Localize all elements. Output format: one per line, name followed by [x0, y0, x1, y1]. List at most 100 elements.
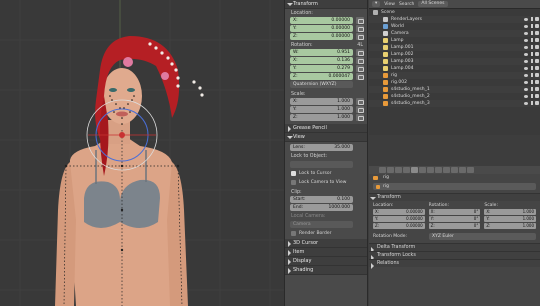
render-camera-icon[interactable] [535, 38, 539, 42]
delta-transform-section-header[interactable]: Delta Transform [369, 243, 540, 253]
visibility-eye-icon[interactable] [524, 46, 528, 49]
lock-icon[interactable] [356, 17, 364, 24]
selectable-cursor-icon[interactable] [531, 94, 534, 98]
location-z-field[interactable]: Z: 0.00000 [290, 33, 364, 40]
selectable-cursor-icon[interactable] [531, 80, 534, 84]
rotation-x-field[interactable]: X: 0.136 [290, 57, 364, 64]
render-camera-icon[interactable] [535, 94, 539, 98]
lock-icon[interactable] [356, 98, 364, 105]
scale-z-field[interactable]: Z: 1.000 [290, 114, 364, 121]
shading-panel-header[interactable]: Shading [285, 266, 367, 275]
render-camera-icon[interactable] [535, 52, 539, 56]
outliner-row[interactable]: Lamp.004 [369, 65, 540, 72]
lens-field[interactable]: Lens: 35.000 [290, 144, 353, 151]
lock-to-cursor-checkbox[interactable]: Lock to Cursor [290, 170, 362, 177]
rotation-w-field[interactable]: W: 0.951 [290, 49, 364, 56]
object-tab-icon[interactable] [411, 167, 418, 173]
physics-tab-icon[interactable] [467, 167, 474, 173]
modifiers-tab-icon[interactable] [427, 167, 434, 173]
render-tab-icon[interactable] [379, 167, 386, 173]
outliner-row[interactable]: Lamp.003 [369, 58, 540, 65]
rotation-z-field[interactable]: Z: 0.000047 [290, 73, 364, 80]
visibility-eye-icon[interactable] [524, 102, 528, 105]
render-layers-tab-icon[interactable] [387, 167, 394, 173]
view-menu[interactable]: View [384, 2, 395, 7]
rotation-z-field[interactable]: Z: 0° [428, 223, 481, 229]
visibility-eye-icon[interactable] [524, 53, 528, 56]
visibility-eye-icon[interactable] [524, 88, 528, 91]
constraints-tab-icon[interactable] [419, 167, 426, 173]
scale-x-field[interactable]: X: 1.000 [484, 209, 537, 215]
scale-y-field[interactable]: Y: 1.000 [484, 216, 537, 222]
transform-panel-header[interactable]: Transform [285, 0, 367, 9]
render-border-checkbox[interactable]: Render Border [290, 230, 362, 237]
render-camera-icon[interactable] [535, 17, 539, 21]
lock-icon[interactable] [356, 106, 364, 113]
outliner-row[interactable]: Lamp.001 [369, 44, 540, 51]
display-filter-select[interactable]: All Scenes [418, 1, 448, 7]
outliner-row[interactable]: s4studio_mesh_3 [369, 100, 540, 107]
scene-tab-icon[interactable] [395, 167, 402, 173]
display-panel-header[interactable]: Display [285, 257, 367, 266]
visibility-eye-icon[interactable] [524, 39, 528, 42]
render-camera-icon[interactable] [535, 73, 539, 77]
transform-section-header[interactable]: Transform [369, 193, 540, 201]
item-panel-header[interactable]: Item [285, 248, 367, 257]
selectable-cursor-icon[interactable] [531, 73, 534, 77]
world-tab-icon[interactable] [403, 167, 410, 173]
lock-icon[interactable] [356, 114, 364, 121]
scale-y-field[interactable]: Y: 1.000 [290, 106, 364, 113]
character-model[interactable] [55, 36, 204, 306]
selectable-cursor-icon[interactable] [531, 38, 534, 42]
data-tab-icon[interactable] [435, 167, 442, 173]
3d-viewport[interactable] [0, 0, 284, 306]
selectable-cursor-icon[interactable] [531, 59, 534, 63]
outliner-row[interactable]: Camera [369, 30, 540, 37]
selectable-cursor-icon[interactable] [531, 17, 534, 21]
object-name-field[interactable]: rig [373, 183, 536, 190]
location-z-field[interactable]: Z: 0.00000 [373, 223, 425, 229]
material-tab-icon[interactable] [451, 167, 458, 173]
selectable-cursor-icon[interactable] [531, 24, 534, 28]
outliner-row[interactable]: s4studio_mesh_1 [369, 86, 540, 93]
visibility-eye-icon[interactable] [524, 25, 528, 28]
lock-icon[interactable] [356, 49, 364, 56]
location-y-field[interactable]: Y: 0.00000 [373, 216, 425, 222]
render-camera-icon[interactable] [535, 66, 539, 70]
render-camera-icon[interactable] [535, 31, 539, 35]
rotation-y-field[interactable]: Y: 0.279 [290, 65, 364, 72]
visibility-eye-icon[interactable] [524, 95, 528, 98]
visibility-eye-icon[interactable] [524, 74, 528, 77]
scale-x-field[interactable]: X: 1.000 [290, 98, 364, 105]
rotation-mode-select[interactable]: Quaternion (WXYZ) [290, 81, 353, 88]
outliner-row[interactable]: Lamp.002 [369, 51, 540, 58]
lock-icon[interactable] [356, 33, 364, 40]
clip-end-field[interactable]: End: 1000.000 [290, 204, 353, 211]
selectable-cursor-icon[interactable] [531, 31, 534, 35]
render-camera-icon[interactable] [535, 87, 539, 91]
texture-tab-icon[interactable] [459, 167, 466, 173]
outliner-row[interactable]: World [369, 23, 540, 30]
selectable-cursor-icon[interactable] [531, 101, 534, 105]
lock-icon[interactable] [356, 25, 364, 32]
render-camera-icon[interactable] [535, 80, 539, 84]
3d-cursor-panel-header[interactable]: 3D Cursor [285, 239, 367, 248]
visibility-eye-icon[interactable] [524, 60, 528, 63]
camera-select[interactable]: Camera [290, 221, 353, 228]
visibility-eye-icon[interactable] [524, 18, 528, 21]
properties-sidebar[interactable]: Transform Location: X: 0.00000 Y: 0.00000 … [284, 0, 368, 306]
bone-tab-icon[interactable] [443, 167, 450, 173]
render-camera-icon[interactable] [535, 45, 539, 49]
location-y-field[interactable]: Y: 0.00000 [290, 25, 364, 32]
relations-section-header[interactable]: Relations [369, 259, 540, 269]
lock-camera-to-view-checkbox[interactable]: Lock Camera to View [290, 179, 362, 186]
editor-type-button[interactable]: ▾ [372, 1, 381, 7]
selectable-cursor-icon[interactable] [531, 52, 534, 56]
viewport-canvas[interactable] [0, 0, 284, 306]
selectable-cursor-icon[interactable] [531, 45, 534, 49]
visibility-eye-icon[interactable] [524, 32, 528, 35]
rotation-x-field[interactable]: X: 0° [428, 209, 481, 215]
outliner-row[interactable]: Lamp [369, 37, 540, 44]
transform-locks-section-header[interactable]: Transform Locks [369, 251, 540, 261]
outliner[interactable]: ▾ View Search All Scenes Scene RenderLaye… [369, 0, 540, 135]
